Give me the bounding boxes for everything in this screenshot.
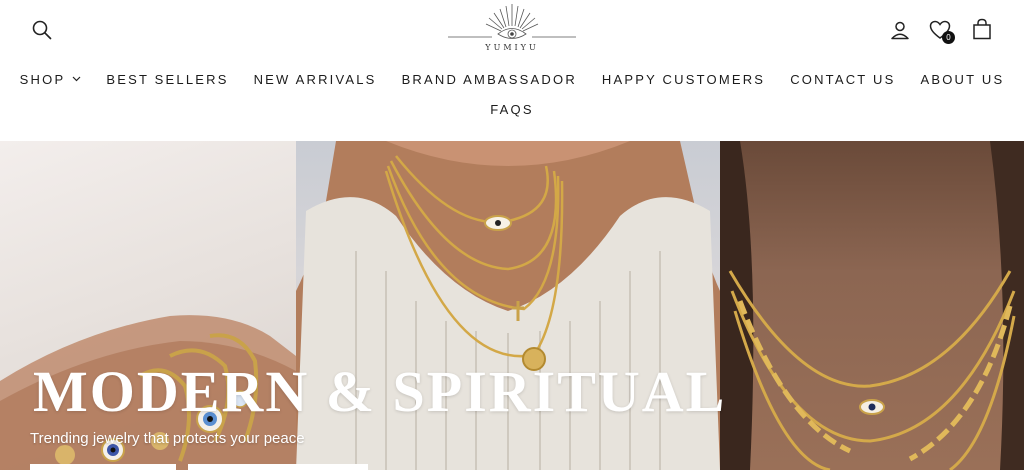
wishlist-count-badge: 0 — [942, 31, 955, 44]
nav-item-happy-customers[interactable]: HAPPY CUSTOMERS — [602, 72, 765, 87]
account-button[interactable] — [886, 16, 914, 44]
nav-item-new-arrivals[interactable]: NEW ARRIVALS — [254, 72, 377, 87]
search-button[interactable] — [28, 16, 56, 44]
hero-cta-button-primary[interactable] — [30, 464, 176, 470]
nav-item-brand-ambassador[interactable]: BRAND AMBASSADOR — [402, 72, 577, 87]
nav-item-contact-us[interactable]: CONTACT US — [790, 72, 895, 87]
nav-item-label: SHOP — [19, 71, 66, 87]
nav-row-primary: SHOP BEST SELLERS NEW ARRIVALS BRAND AMB… — [0, 64, 1024, 94]
shopping-bag-icon — [973, 18, 991, 40]
user-icon — [891, 21, 909, 40]
brand-logo[interactable]: YUMIYU — [446, 2, 578, 58]
nav-item-best-sellers[interactable]: BEST SELLERS — [106, 72, 228, 87]
search-icon — [32, 20, 52, 40]
sun-eye-logo-icon — [448, 4, 576, 39]
cart-button[interactable] — [968, 14, 996, 44]
nav-item-shop[interactable]: SHOP — [20, 72, 82, 87]
hero-image-gold-chains — [720, 141, 1024, 470]
brand-name: YUMIYU — [485, 43, 539, 52]
hero-subtitle: Trending jewelry that protects your peac… — [30, 430, 305, 447]
nav-item-about-us[interactable]: ABOUT US — [921, 72, 1005, 87]
nav-row-secondary: FAQS — [0, 94, 1024, 124]
hero-title: MODERN & SPIRITUAL — [33, 359, 727, 424]
gold-chains-illustration — [720, 141, 1024, 470]
main-navigation: SHOP BEST SELLERS NEW ARRIVALS BRAND AMB… — [0, 64, 1024, 124]
hero-banner[interactable]: MODERN & SPIRITUAL Trending jewelry that… — [0, 141, 1024, 470]
wishlist-button[interactable]: 0 — [924, 14, 956, 46]
chevron-down-icon — [72, 76, 81, 82]
site-header: YUMIYU 0 SHOP BEST SELLERS NEW ARRIVALS … — [0, 0, 1024, 141]
nav-item-faqs[interactable]: FAQS — [490, 102, 533, 117]
hero-cta-button-secondary[interactable] — [188, 464, 368, 470]
